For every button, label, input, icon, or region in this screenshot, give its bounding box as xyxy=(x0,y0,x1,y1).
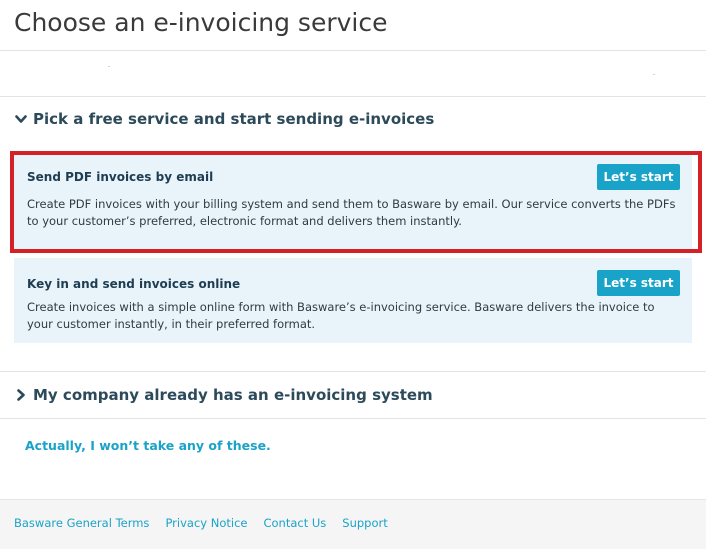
footer-link-general-terms[interactable]: Basware General Terms xyxy=(14,516,149,530)
section-divider xyxy=(0,371,706,372)
section-divider xyxy=(0,96,706,97)
section-label: My company already has an e-invoicing sy… xyxy=(33,386,433,404)
service-description: Create invoices with a simple online for… xyxy=(27,300,655,331)
service-description: Create PDF invoices with your billing sy… xyxy=(27,197,676,228)
decline-link[interactable]: Actually, I won’t take any of these. xyxy=(25,438,271,453)
page-header: Choose an e-invoicing service xyxy=(0,0,706,51)
footer-link-privacy-notice[interactable]: Privacy Notice xyxy=(165,516,247,530)
service-title: Send PDF invoices by email xyxy=(27,170,214,184)
artifact-dot xyxy=(653,74,655,75)
service-title: Key in and send invoices online xyxy=(27,277,241,291)
lets-start-button[interactable]: Let’s start xyxy=(597,270,680,296)
section-toggle-free-service[interactable]: Pick a free service and start sending e-… xyxy=(14,110,434,128)
footer-link-support[interactable]: Support xyxy=(342,516,387,530)
page: Choose an e-invoicing service Pick a fre… xyxy=(0,0,706,549)
section-divider xyxy=(0,418,706,419)
footer-links: Basware General Terms Privacy Notice Con… xyxy=(14,516,404,530)
page-title: Choose an e-invoicing service xyxy=(14,8,388,37)
service-card-online-form: Key in and send invoices online Let’s st… xyxy=(14,258,692,343)
footer: Basware General Terms Privacy Notice Con… xyxy=(0,499,706,549)
section-label: Pick a free service and start sending e-… xyxy=(33,110,435,128)
service-card-pdf-email: Send PDF invoices by email Let’s start C… xyxy=(14,155,692,249)
footer-link-contact-us[interactable]: Contact Us xyxy=(263,516,326,530)
section-toggle-existing-system[interactable]: My company already has an e-invoicing sy… xyxy=(14,386,433,404)
chevron-right-icon xyxy=(17,389,25,401)
chevron-down-icon xyxy=(15,115,27,123)
artifact-dot xyxy=(108,66,110,67)
lets-start-button[interactable]: Let’s start xyxy=(597,164,680,190)
